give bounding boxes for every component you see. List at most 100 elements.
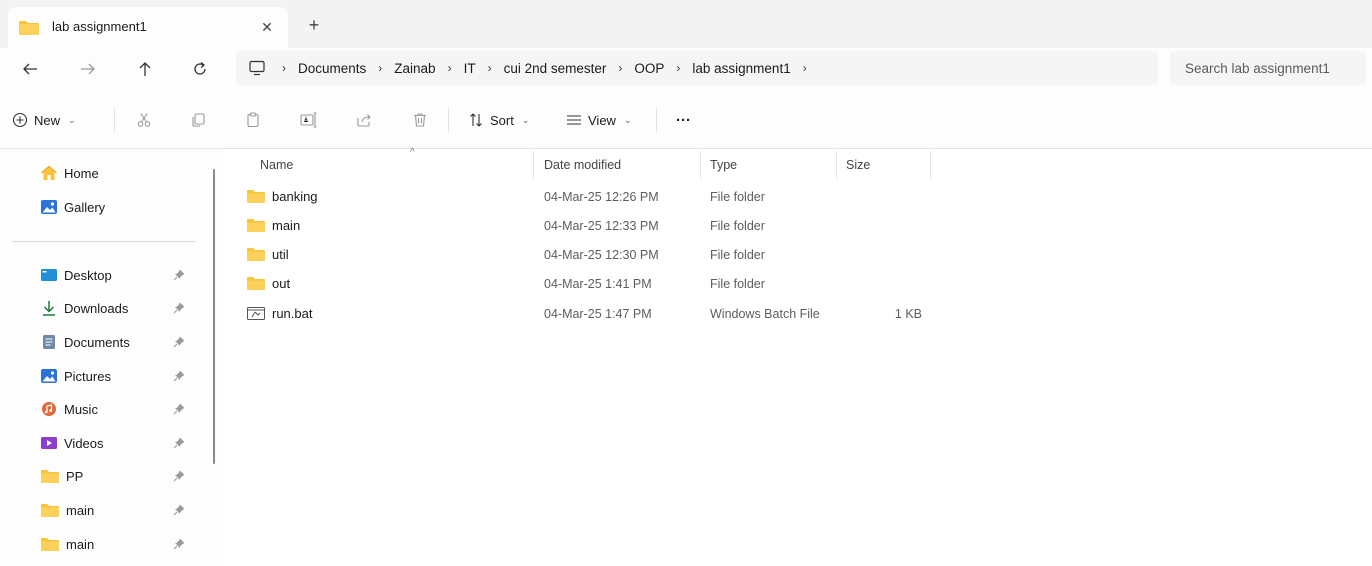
sidebar-item-label: Home: [64, 165, 99, 181]
folder-icon: [247, 219, 265, 232]
pin-icon[interactable]: [172, 402, 186, 416]
pin-icon[interactable]: [172, 301, 186, 315]
share-button[interactable]: [356, 107, 372, 133]
column-divider[interactable]: [930, 151, 931, 179]
up-button[interactable]: [131, 55, 159, 83]
file-name: banking: [272, 189, 318, 204]
file-name: main: [272, 218, 301, 233]
file-name-cell: run.bat: [246, 299, 312, 328]
sidebar-item-main[interactable]: main: [40, 532, 94, 556]
table-row[interactable]: main 04-Mar-25 12:33 PM File folder: [224, 211, 1372, 240]
view-button[interactable]: View ⌄: [566, 107, 632, 133]
back-button[interactable]: [16, 55, 44, 83]
sidebar-item-label: main: [66, 502, 95, 518]
file-name: util: [272, 247, 289, 262]
new-tab-button[interactable]: +: [303, 14, 325, 36]
breadcrumb-item-cui-2nd-semester[interactable]: cui 2nd semester: [504, 61, 607, 76]
date-modified-cell: 04-Mar-25 1:47 PM: [544, 306, 652, 321]
sidebar-item-main[interactable]: main: [40, 498, 94, 522]
forward-button[interactable]: [74, 55, 102, 83]
pin-icon[interactable]: [172, 469, 186, 483]
table-row[interactable]: run.bat 04-Mar-25 1:47 PM Windows Batch …: [224, 299, 1372, 328]
date-modified-cell: 04-Mar-25 12:33 PM: [544, 218, 659, 233]
pin-icon[interactable]: [172, 503, 186, 517]
breadcrumb-item-oop[interactable]: OOP: [634, 61, 664, 76]
column-header-type[interactable]: Type: [710, 151, 737, 179]
search-input[interactable]: Search lab assignment1: [1170, 51, 1366, 85]
rename-button[interactable]: [300, 107, 318, 133]
column-header-label: Type: [710, 158, 738, 172]
chevron-right-icon[interactable]: ›: [618, 61, 622, 75]
pin-icon[interactable]: [172, 268, 186, 282]
column-divider[interactable]: [836, 151, 837, 179]
copy-button[interactable]: [190, 107, 206, 133]
pin-icon[interactable]: [172, 537, 186, 551]
pin-icon[interactable]: [172, 369, 186, 383]
file-name-cell: util: [246, 240, 289, 269]
sidebar-item-home[interactable]: Home: [40, 161, 99, 185]
sidebar-item-pp[interactable]: PP: [40, 464, 83, 488]
breadcrumb-item-documents[interactable]: Documents: [298, 61, 366, 76]
refresh-icon: [194, 62, 206, 75]
date-modified-cell: 04-Mar-25 12:26 PM: [544, 189, 659, 204]
more-options-button[interactable]: ···: [676, 107, 691, 133]
search-placeholder: Search lab assignment1: [1185, 60, 1330, 76]
breadcrumb-item-it[interactable]: IT: [464, 61, 476, 76]
file-name-cell: main: [246, 211, 300, 240]
refresh-button[interactable]: [186, 55, 214, 83]
size-cell: [844, 211, 922, 240]
toolbar-divider: [448, 108, 449, 132]
paste-button[interactable]: [245, 107, 261, 133]
sidebar-item-music[interactable]: Music: [40, 397, 98, 421]
sort-button[interactable]: Sort ⌄: [468, 107, 529, 133]
pin-icon[interactable]: [172, 335, 186, 349]
column-header-size[interactable]: Size: [846, 151, 870, 179]
breadcrumb-item-lab-assignment1[interactable]: lab assignment1: [692, 61, 790, 76]
sidebar-scrollbar[interactable]: [213, 169, 215, 464]
sidebar-item-gallery[interactable]: Gallery: [40, 195, 105, 219]
sidebar-item-pictures[interactable]: Pictures: [40, 364, 111, 388]
sidebar-item-videos[interactable]: Videos: [40, 431, 104, 455]
breadcrumb-item-zainab[interactable]: Zainab: [394, 61, 435, 76]
close-tab-button[interactable]: ✕: [256, 16, 278, 38]
home-icon: [41, 165, 57, 180]
tab-lab-assignment1[interactable]: lab assignment1 ✕: [8, 7, 288, 48]
size-cell: 1 KB: [894, 306, 922, 321]
table-row[interactable]: banking 04-Mar-25 12:26 PM File folder: [224, 182, 1372, 211]
command-bar: New ⌄ Sort ⌄ View ⌄ ···: [0, 90, 1372, 149]
table-row[interactable]: out 04-Mar-25 1:41 PM File folder: [224, 269, 1372, 298]
chevron-right-icon[interactable]: ›: [676, 61, 680, 75]
pin-icon[interactable]: [172, 436, 186, 450]
size-cell: [844, 269, 922, 298]
sidebar-item-desktop[interactable]: Desktop: [40, 263, 112, 287]
gallery-icon: [41, 200, 57, 214]
type-cell: File folder: [710, 189, 765, 204]
tab-title: lab assignment1: [52, 19, 147, 34]
delete-button[interactable]: [412, 107, 428, 133]
sort-ascending-icon: ^: [410, 147, 415, 158]
column-header-name[interactable]: Name ^: [260, 147, 530, 179]
chevron-right-icon[interactable]: ›: [488, 61, 492, 75]
folder-icon: [41, 469, 59, 483]
cut-icon: [137, 113, 151, 127]
sidebar-item-documents[interactable]: Documents: [40, 330, 130, 354]
sidebar-item-label: main: [66, 536, 95, 552]
rename-icon: [300, 112, 317, 128]
sidebar-item-downloads[interactable]: Downloads: [40, 296, 128, 320]
column-header-date-modified[interactable]: Date modified: [544, 151, 621, 179]
view-icon: [567, 115, 581, 125]
column-divider[interactable]: [533, 151, 534, 179]
chevron-right-icon[interactable]: ›: [378, 61, 382, 75]
address-bar[interactable]: › Documents › Zainab › IT › cui 2nd seme…: [236, 51, 1158, 85]
new-button[interactable]: New ⌄: [12, 107, 76, 133]
file-list: Name ^ Date modified Type Size banking 0…: [224, 147, 1372, 566]
music-icon: [42, 402, 56, 416]
column-divider[interactable]: [700, 151, 701, 179]
cut-button[interactable]: [136, 107, 152, 133]
chevron-right-icon[interactable]: ›: [448, 61, 452, 75]
table-row[interactable]: util 04-Mar-25 12:30 PM File folder: [224, 240, 1372, 269]
chevron-right-icon[interactable]: ›: [282, 61, 286, 75]
chevron-right-icon[interactable]: ›: [803, 61, 807, 75]
this-pc-icon[interactable]: [248, 60, 266, 76]
desktop-icon: [41, 269, 57, 281]
